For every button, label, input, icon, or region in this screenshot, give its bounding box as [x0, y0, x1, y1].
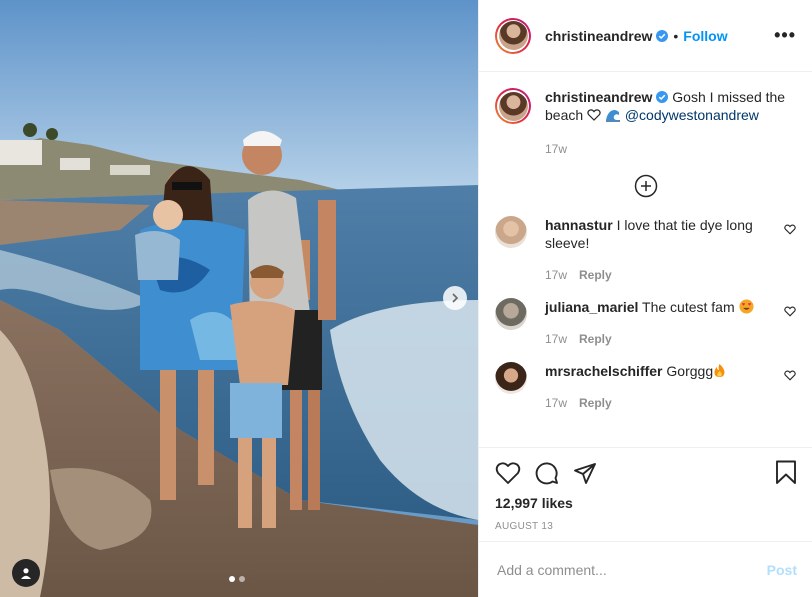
- comment-item: juliana_mariel The cutest fam 17w Reply: [495, 298, 796, 348]
- verified-badge-icon: [656, 29, 669, 42]
- comment-text: Gorggg: [666, 363, 714, 379]
- save-button[interactable]: [775, 460, 797, 485]
- post-header: christineandrew • Follow •••: [479, 0, 812, 72]
- like-comment-heart-icon[interactable]: [784, 370, 796, 381]
- post-date: AUGUST 13: [495, 521, 554, 532]
- comment-icon: [535, 461, 558, 484]
- likes-count[interactable]: 12,997 likes: [479, 485, 812, 511]
- tagged-users-button[interactable]: [12, 559, 40, 587]
- user-tag-icon: [21, 568, 31, 579]
- beach-family-photo: [0, 0, 478, 597]
- post-comment-button[interactable]: Post: [767, 562, 797, 578]
- carousel-dot: [239, 576, 245, 582]
- comment-item: mrsrachelschiffer Gorggg 17w Reply: [495, 362, 796, 412]
- load-more-comments-button[interactable]: [495, 174, 796, 198]
- plus-circle-icon: [634, 174, 657, 198]
- comment-item: hannastur I love that tie dye long sleev…: [495, 216, 796, 284]
- comment-username[interactable]: juliana_mariel: [545, 299, 638, 315]
- commenter-avatar[interactable]: [495, 216, 527, 248]
- comment-text: The cutest fam: [642, 299, 735, 315]
- caption-mention-link[interactable]: @codywestonandrew: [625, 107, 759, 123]
- like-comment-heart-icon[interactable]: [784, 306, 796, 317]
- share-button[interactable]: [573, 461, 597, 485]
- commenter-avatar[interactable]: [495, 298, 527, 330]
- caption-timestamp: 17w: [545, 142, 568, 156]
- author-username[interactable]: christineandrew: [545, 28, 652, 44]
- carousel-dot-active: [229, 576, 235, 582]
- author-avatar[interactable]: [495, 17, 531, 54]
- carousel-next-button[interactable]: [443, 286, 467, 310]
- instagram-post: christineandrew • Follow ••• christinean…: [0, 0, 812, 597]
- comment-username[interactable]: hannastur: [545, 217, 613, 233]
- chevron-right-icon: [452, 293, 459, 303]
- fire-emoji-icon: [714, 364, 725, 377]
- comment-timestamp: 17w: [545, 332, 568, 346]
- verified-badge-icon: [656, 91, 669, 103]
- post-actions: 12,997 likes AUGUST 13: [479, 447, 812, 532]
- carousel-indicator: [229, 576, 245, 582]
- follow-button[interactable]: Follow: [683, 28, 727, 44]
- reply-button[interactable]: Reply: [579, 268, 612, 282]
- comment-username[interactable]: mrsrachelschiffer: [545, 363, 663, 379]
- add-comment-bar: Post: [479, 541, 812, 597]
- comment-timestamp: 17w: [545, 268, 568, 282]
- post-media[interactable]: [0, 0, 478, 597]
- comment-timestamp: 17w: [545, 396, 568, 410]
- comment-input[interactable]: [495, 560, 767, 579]
- reply-button[interactable]: Reply: [579, 396, 612, 410]
- comment-button[interactable]: [535, 461, 559, 485]
- caption-username[interactable]: christineandrew: [545, 89, 652, 105]
- bookmark-icon: [776, 460, 796, 484]
- comments-list[interactable]: christineandrew Gosh I missed the beach …: [479, 72, 812, 447]
- post-caption: christineandrew Gosh I missed the beach …: [495, 88, 796, 158]
- more-options-button[interactable]: •••: [774, 25, 796, 46]
- share-icon: [574, 462, 596, 484]
- wave-emoji-icon: [605, 110, 620, 122]
- commenter-avatar[interactable]: [495, 362, 527, 394]
- like-button[interactable]: [495, 461, 521, 485]
- reply-button[interactable]: Reply: [579, 332, 612, 346]
- heart-eyes-emoji-icon: [738, 299, 754, 314]
- post-side-panel: christineandrew • Follow ••• christinean…: [478, 0, 812, 597]
- like-comment-heart-icon[interactable]: [784, 224, 796, 235]
- separator-bullet: •: [673, 27, 679, 44]
- heart-icon: [495, 461, 521, 484]
- white-heart-emoji-icon: [587, 109, 601, 121]
- caption-author-avatar[interactable]: [495, 88, 531, 124]
